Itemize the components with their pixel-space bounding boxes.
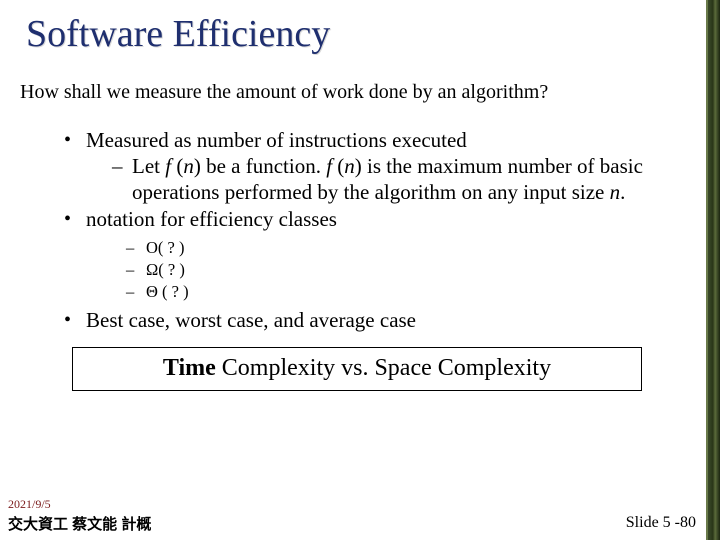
subtitle-box: Time Complexity vs. Space Complexity <box>72 347 642 390</box>
slide: Software Efficiency How shall we measure… <box>0 0 720 540</box>
var-n: n <box>183 154 194 178</box>
footer-right: Slide 5 -80 <box>626 514 696 532</box>
footer-left: 交大資工 蔡文能 計概 <box>8 513 151 534</box>
bullet-3-text: Best case, worst case, and average case <box>86 308 416 332</box>
big-omega: Ω( ? ) <box>146 260 185 279</box>
big-o: O( ? ) <box>146 238 184 257</box>
bullet-1-sub: Let f (n) be a function. f (n) is the ma… <box>86 154 692 205</box>
intro-text: How shall we measure the amount of work … <box>20 80 692 104</box>
bullet-2c: Θ ( ? ) <box>126 281 692 303</box>
fn-f: f <box>165 154 176 178</box>
fn-f: f <box>326 154 337 178</box>
bullet-2a: O( ? ) <box>126 237 692 259</box>
subtitle-rest: Space Complexity <box>374 355 551 381</box>
big-theta: Θ ( ? ) <box>146 282 189 301</box>
var-n: n <box>344 154 355 178</box>
bullet-2: notation for efficiency classes O( ? ) Ω… <box>64 207 692 303</box>
bullet-2-sub: O( ? ) Ω( ? ) Θ ( ? ) <box>86 237 692 304</box>
var-n: n <box>610 180 621 204</box>
t: Let <box>132 154 165 178</box>
bullet-1: Measured as number of instructions execu… <box>64 128 692 205</box>
subtitle-mid: Complexity vs. <box>216 355 375 381</box>
bullet-2-text: notation for efficiency classes <box>86 207 337 231</box>
bullet-3: Best case, worst case, and average case <box>64 308 692 334</box>
bullet-1a: Let f (n) be a function. f (n) is the ma… <box>112 154 692 205</box>
bullet-2b: Ω( ? ) <box>126 259 692 281</box>
t: . <box>620 180 625 204</box>
slide-content: How shall we measure the amount of work … <box>0 62 720 391</box>
subtitle-bold: Time <box>163 355 216 381</box>
right-decoration <box>706 0 720 540</box>
t: ) be a function. <box>194 154 326 178</box>
footer-date: 2021/9/5 <box>8 497 51 512</box>
bullet-list: Measured as number of instructions execu… <box>20 128 692 333</box>
slide-title: Software Efficiency <box>0 0 720 62</box>
bullet-1-text: Measured as number of instructions execu… <box>86 128 467 152</box>
